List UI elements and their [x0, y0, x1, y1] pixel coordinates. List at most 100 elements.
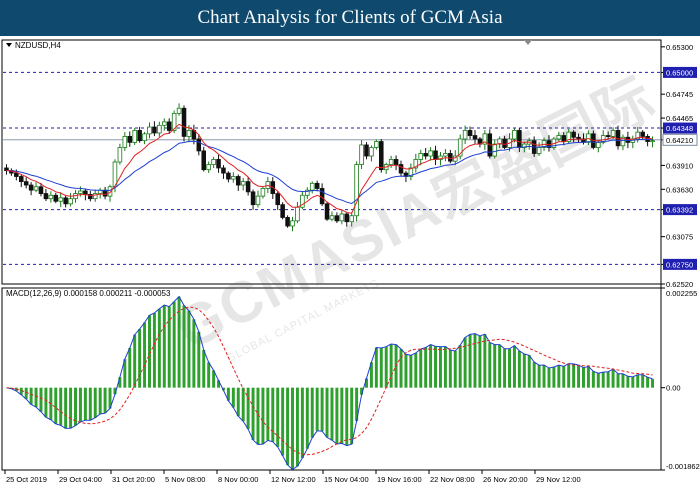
- candle-body: [142, 133, 147, 142]
- watermark: GCMASIA宏盛国际 GLOBAL CAPITAL MARKETS: [166, 65, 666, 365]
- chart-shift-marker-icon[interactable]: [524, 40, 532, 45]
- symbol-header[interactable]: NZDUSD,H4: [6, 41, 61, 50]
- candle-body: [28, 184, 34, 191]
- candle-body: [240, 181, 246, 186]
- candle-body: [14, 172, 19, 177]
- candle-body: [536, 147, 542, 154]
- candle-body: [309, 182, 315, 191]
- candle-body: [68, 198, 73, 205]
- candle-body: [610, 130, 616, 137]
- candle-body: [63, 197, 68, 205]
- candle-body: [388, 159, 394, 165]
- watermark-text: GCMASIA宏盛国际: [166, 65, 666, 363]
- candle-body: [152, 126, 157, 134]
- macd-tick-label: 0.002255: [666, 289, 697, 298]
- candle-body: [245, 181, 251, 193]
- candle-body: [344, 213, 350, 223]
- candle-body: [162, 121, 167, 126]
- time-tick-label: 31 Oct 20:00: [112, 475, 155, 484]
- candle-body: [379, 141, 384, 171]
- price-tick-label: 0.64348: [666, 124, 693, 133]
- macd-signal-line: [6, 306, 653, 456]
- candle-body: [33, 186, 39, 191]
- candle-body: [354, 164, 359, 217]
- candle-body: [226, 172, 231, 180]
- time-tick-label: 15 Nov 04:00: [324, 475, 369, 484]
- macd-layer: [6, 295, 655, 471]
- candle-body: [181, 107, 187, 137]
- candle-body: [18, 176, 24, 183]
- candle-body: [556, 135, 562, 140]
- price-tick-label: 0.64745: [666, 90, 693, 99]
- banner-title: Chart Analysis for Clients of GCM Asia: [0, 0, 700, 36]
- time-tick-label: 29 Nov 12:00: [536, 475, 581, 484]
- candle-body: [206, 164, 211, 171]
- price-tick-label: 0.62520: [666, 280, 693, 289]
- candle-body: [132, 130, 137, 143]
- candle-body: [640, 131, 645, 137]
- candle-body: [398, 164, 404, 174]
- macd-tick-label: 0.00: [666, 384, 681, 393]
- candle-body: [295, 206, 300, 222]
- time-tick-label: 19 Nov 16:00: [377, 475, 422, 484]
- time-tick-label: 22 Nov 08:00: [430, 475, 475, 484]
- candle-body: [176, 107, 182, 114]
- candle-body: [339, 213, 345, 222]
- candle-body: [462, 130, 468, 140]
- candle-body: [324, 203, 330, 220]
- price-tick-label: 0.64465: [666, 114, 693, 123]
- candle-body: [196, 138, 202, 152]
- candle-body: [467, 130, 473, 136]
- candle-body: [319, 188, 325, 205]
- candle-body: [359, 144, 364, 165]
- dropdown-triangle-icon[interactable]: [6, 43, 12, 47]
- candle-body: [122, 136, 128, 148]
- candle-body: [157, 124, 162, 134]
- candle-body: [216, 159, 221, 169]
- candle-body: [393, 159, 399, 165]
- candle-body: [117, 147, 123, 163]
- candle-body: [23, 181, 29, 186]
- candle-body: [561, 135, 567, 142]
- candle-body: [48, 194, 54, 200]
- candle-body: [364, 144, 369, 157]
- candle-body: [285, 217, 290, 227]
- candle-body: [127, 136, 133, 143]
- trading-chart[interactable]: GCMASIA宏盛国际 GLOBAL CAPITAL MARKETS 0.653…: [0, 36, 700, 500]
- candle-body: [137, 130, 142, 142]
- price-tick-label: 0.63392: [666, 206, 693, 215]
- candle-body: [423, 153, 428, 157]
- candle-body: [512, 130, 517, 140]
- candle-body: [231, 176, 236, 180]
- candle-body: [147, 126, 152, 135]
- price-tick-label: 0.62750: [666, 260, 693, 269]
- candle-body: [255, 195, 261, 206]
- candle-body: [38, 186, 44, 194]
- candle-body: [472, 135, 478, 140]
- price-tick-label: 0.63910: [666, 161, 693, 170]
- macd-tick-label: -0.001862: [666, 462, 700, 471]
- candle-body: [428, 150, 433, 157]
- candle-body: [260, 188, 266, 197]
- candle-body: [43, 193, 49, 200]
- candle-body: [369, 147, 374, 157]
- candle-body: [650, 140, 655, 143]
- time-tick-label: 29 Oct 04:00: [59, 475, 102, 484]
- time-tick-label: 25 Oct 2019: [6, 475, 47, 484]
- time-tick-label: 12 Nov 12:00: [271, 475, 316, 484]
- candle-body: [83, 190, 88, 195]
- candle-body: [275, 193, 280, 206]
- price-tick-label: 0.65000: [666, 68, 693, 77]
- candle-body: [280, 204, 285, 218]
- symbol-label: NZDUSD,H4: [15, 41, 61, 50]
- candle-body: [186, 130, 192, 137]
- candle-body: [290, 220, 295, 227]
- candle-body: [448, 153, 453, 162]
- candle-body: [78, 190, 83, 194]
- candle-body: [58, 197, 63, 202]
- price-tick-label: 0.64210: [666, 136, 693, 145]
- candle-body: [53, 194, 59, 202]
- macd-main-line: [6, 295, 653, 471]
- candle-body: [571, 131, 576, 138]
- candle-body: [201, 150, 207, 171]
